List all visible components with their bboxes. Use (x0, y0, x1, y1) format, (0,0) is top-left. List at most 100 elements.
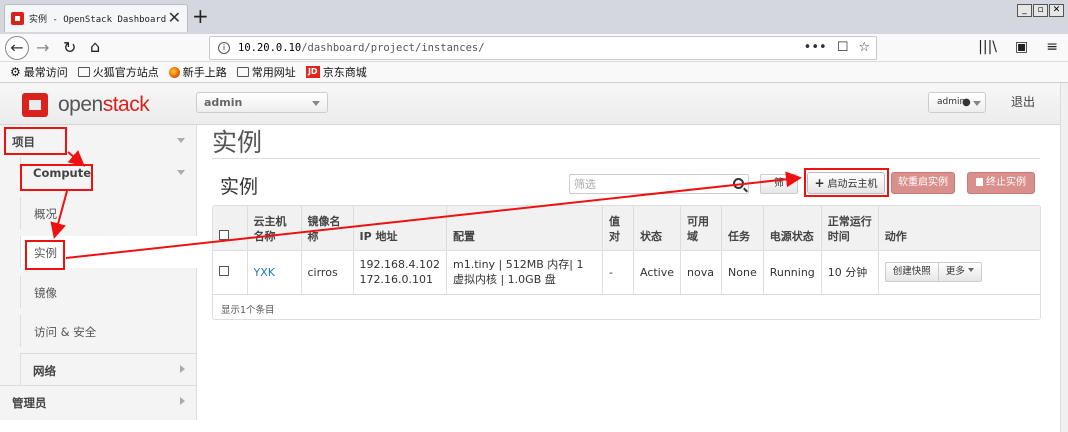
address-bar[interactable]: i 10.20.0.10/dashboard/project/instances… (209, 36, 877, 60)
cell-power: Running (763, 250, 822, 295)
sidebar-toggle-icon[interactable]: ▣ (1015, 39, 1028, 55)
reload-button[interactable]: ↻ (63, 38, 76, 57)
project-selector[interactable]: admin (196, 92, 328, 113)
cell-az: nova (680, 250, 723, 295)
bookmark-jd[interactable]: JD 京东商城 (305, 64, 367, 80)
cell-name: YXK (247, 250, 302, 295)
bookmark-star-icon[interactable]: ☆ (858, 40, 870, 55)
column-header-az[interactable]: 可用域 (680, 206, 723, 251)
column-header-flavor[interactable]: 配置 (446, 206, 603, 251)
table-row: YXK cirros 192.168.4.102 172.16.0.101 m1.… (213, 250, 1040, 295)
create-snapshot-button[interactable]: 创建快照 (884, 262, 939, 282)
section-title: 实例 (220, 176, 259, 198)
more-actions-button[interactable]: 更多 (938, 262, 982, 282)
row-action-group: 创建快照 更多 (884, 262, 1034, 282)
cell-flavor: m1.tiny | 512MB 内存| 1 虚拟内核 | 1.0GB 盘 (446, 250, 603, 295)
column-header-image[interactable]: 镜像名称 (301, 206, 354, 251)
instance-name-link[interactable]: YXK (254, 266, 275, 279)
new-tab-button[interactable]: + (192, 4, 209, 28)
folder-icon (236, 67, 249, 77)
close-tab-icon[interactable]: ✕ (168, 8, 181, 27)
sidebar-item-admin[interactable]: 管理员 (0, 385, 197, 417)
terminate-label: 终止实例 (986, 177, 1026, 188)
gear-icon: ⚙ (10, 65, 21, 79)
chevron-down-icon (177, 170, 185, 175)
annotation-box-launch (804, 168, 889, 197)
project-selector-label: admin (204, 96, 243, 109)
sidebar-item-label: 镜像 (34, 286, 57, 300)
bookmarks-bar: ⚙ 最常访问 火狐官方站点 新手上路 常用网址 JD 京东商城 (0, 62, 1068, 83)
tab-title: 实例 - OpenStack Dashboard (29, 15, 167, 25)
ip-address: 172.16.0.101 (359, 273, 433, 286)
chevron-down-icon (177, 138, 185, 143)
sidebar-item-access-security[interactable]: 访问 & 安全 (20, 315, 197, 347)
column-header-ip[interactable]: IP 地址 (353, 206, 447, 251)
openstack-logo-text[interactable]: openstack (58, 93, 150, 117)
column-header-actions: 动作 (878, 206, 1040, 251)
column-header-keypair[interactable]: 值对 (602, 206, 634, 251)
hamburger-menu-icon[interactable]: ≡ (1046, 39, 1058, 55)
select-all-cell (213, 206, 248, 251)
chevron-down-icon (967, 268, 974, 272)
select-all-checkbox[interactable] (219, 229, 229, 240)
browser-tab[interactable]: 实例 - OpenStack Dashboard ✕ (4, 4, 188, 32)
search-icon[interactable] (733, 178, 744, 189)
user-menu-label: admin (937, 97, 966, 107)
sidebar-item-label: 访问 & 安全 (34, 325, 97, 339)
openstack-favicon-icon (11, 12, 24, 25)
bookmark-most-visited[interactable]: ⚙ 最常访问 (10, 64, 68, 80)
folder-icon (77, 67, 90, 77)
filter-input[interactable] (574, 176, 724, 192)
table-footer: 显示1个条目 (221, 305, 275, 316)
column-header-name[interactable]: 云主机名称 (247, 206, 302, 251)
sidebar-item-label: 网络 (33, 364, 56, 378)
url-text[interactable]: 10.20.0.10/dashboard/project/instances/ (238, 42, 485, 54)
openstack-header: openstack admin admin ● 退出 (0, 83, 1060, 125)
filter-box (569, 174, 749, 194)
browser-titlebar: 实例 - OpenStack Dashboard ✕ + _ ▫ ✕ (0, 0, 1068, 34)
firefox-icon (168, 66, 180, 78)
sidebar-item-label: 管理员 (12, 396, 47, 410)
cell-task: None (721, 250, 764, 295)
browser-navbar: ← → ↻ ⌂ i 10.20.0.10/dashboard/project/i… (0, 34, 1068, 62)
chevron-right-icon (180, 397, 185, 405)
cell-actions: 创建快照 更多 (878, 250, 1040, 295)
cell-uptime: 10 分钟 (821, 250, 879, 295)
info-icon[interactable]: i (218, 42, 230, 54)
cell-keypair: - (602, 250, 634, 295)
soft-reboot-button[interactable]: 软重启实例 (891, 172, 955, 194)
window-controls: _ ▫ ✕ (1017, 4, 1064, 17)
restore-button[interactable]: ▫ (1033, 4, 1048, 17)
row-checkbox[interactable] (219, 265, 229, 276)
column-header-power[interactable]: 电源状态 (763, 206, 822, 251)
sidebar-item-overview[interactable]: 概况 (20, 197, 197, 229)
filter-button[interactable]: 筛 (760, 174, 798, 194)
close-window-button[interactable]: ✕ (1049, 4, 1064, 17)
toolbar-right: |||\ ▣ ≡ (978, 39, 1058, 55)
bookmark-firefox-site[interactable]: 火狐官方站点 (77, 64, 159, 80)
page-scrollbar[interactable] (1060, 83, 1068, 432)
column-header-uptime[interactable]: 正常运行时间 (821, 206, 879, 251)
pocket-icon[interactable]: ☐ (837, 40, 849, 55)
back-button[interactable]: ← (5, 36, 29, 60)
sidebar-item-images[interactable]: 镜像 (20, 276, 197, 308)
forward-button[interactable]: → (36, 38, 49, 57)
logout-link[interactable]: 退出 (1011, 93, 1035, 110)
user-menu[interactable]: admin ● (928, 92, 986, 113)
table-header-row: 云主机名称 镜像名称 IP 地址 配置 值对 状态 可用域 任务 电源状态 正常… (213, 206, 1040, 251)
sidebar-item-network[interactable]: 网络 (20, 353, 197, 385)
page-actions-icon[interactable]: ••• (804, 40, 827, 55)
library-icon[interactable]: |||\ (978, 39, 997, 55)
terminate-instances-button[interactable]: 终止实例 (967, 172, 1035, 194)
bookmark-common-sites[interactable]: 常用网址 (236, 64, 296, 80)
home-button[interactable]: ⌂ (90, 37, 100, 56)
column-header-status[interactable]: 状态 (633, 206, 682, 251)
minimize-button[interactable]: _ (1017, 4, 1032, 17)
row-select-cell (213, 250, 248, 295)
bookmark-getting-started[interactable]: 新手上路 (168, 64, 227, 80)
column-header-task[interactable]: 任务 (721, 206, 764, 251)
url-actions: ••• ☐ ☆ (804, 40, 870, 55)
title-divider (212, 158, 1040, 159)
chevron-down-icon (973, 101, 981, 106)
openstack-logo-icon[interactable] (22, 93, 48, 117)
